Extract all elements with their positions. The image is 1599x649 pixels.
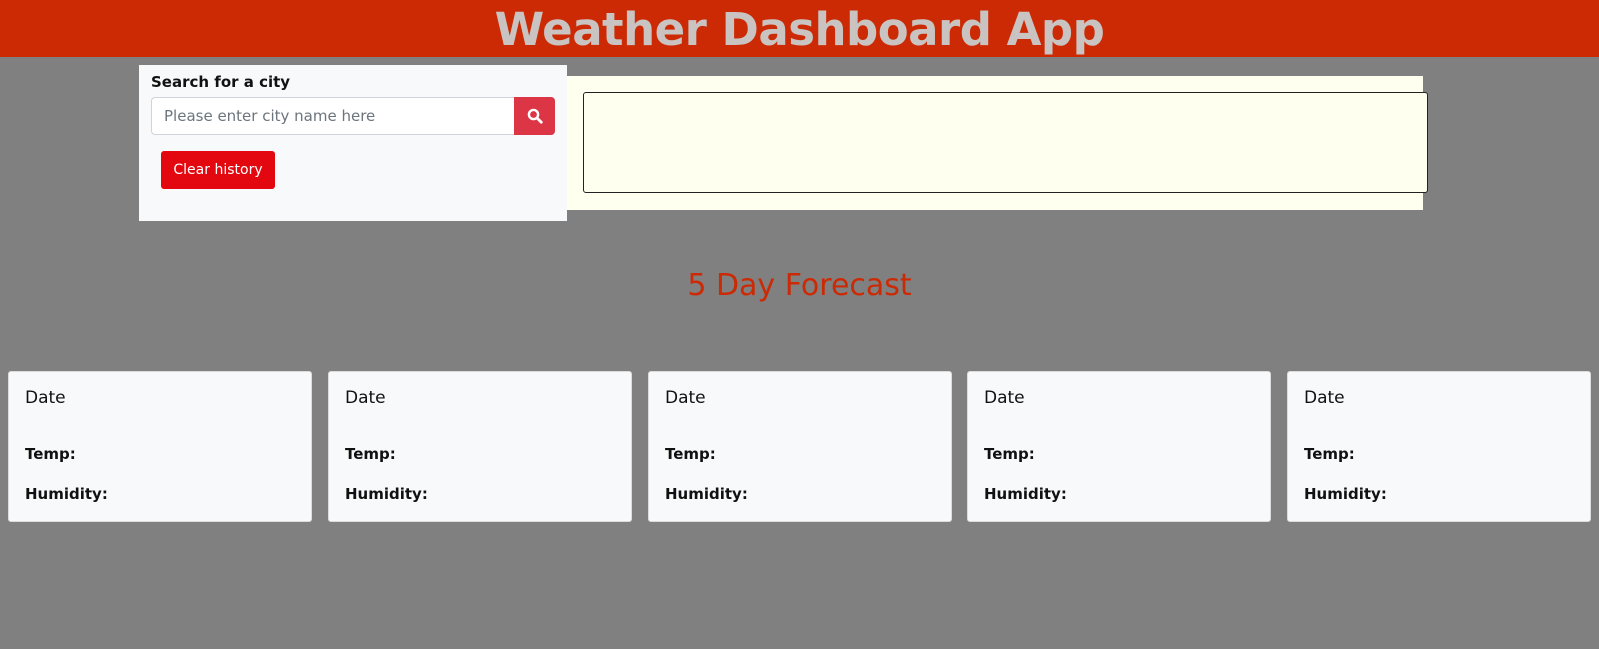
search-group bbox=[151, 97, 555, 135]
search-label: Search for a city bbox=[151, 73, 291, 91]
forecast-card-3: Date Temp: Humidity: bbox=[648, 371, 952, 522]
forecast-date: Date bbox=[345, 388, 386, 408]
current-weather-panel bbox=[567, 76, 1428, 210]
forecast-temp: Temp: bbox=[1304, 445, 1355, 463]
forecast-humidity: Humidity: bbox=[345, 485, 428, 503]
forecast-temp: Temp: bbox=[984, 445, 1035, 463]
forecast-card-5: Date Temp: Humidity: bbox=[1287, 371, 1591, 522]
search-panel: Search for a city Clear history bbox=[139, 65, 567, 221]
forecast-date: Date bbox=[984, 388, 1025, 408]
forecast-temp: Temp: bbox=[665, 445, 716, 463]
forecast-humidity: Humidity: bbox=[984, 485, 1067, 503]
app-header: Weather Dashboard App bbox=[0, 0, 1599, 57]
forecast-card-2: Date Temp: Humidity: bbox=[328, 371, 632, 522]
forecast-humidity: Humidity: bbox=[1304, 485, 1387, 503]
search-icon bbox=[527, 108, 543, 124]
forecast-temp: Temp: bbox=[345, 445, 396, 463]
forecast-title: 5 Day Forecast bbox=[687, 268, 912, 303]
city-search-input[interactable] bbox=[151, 97, 514, 135]
forecast-date: Date bbox=[25, 388, 66, 408]
forecast-date: Date bbox=[1304, 388, 1345, 408]
app-title: Weather Dashboard App bbox=[494, 3, 1105, 56]
forecast-date: Date bbox=[665, 388, 706, 408]
forecast-card-1: Date Temp: Humidity: bbox=[8, 371, 312, 522]
clear-history-button[interactable]: Clear history bbox=[161, 151, 275, 189]
current-weather-box bbox=[583, 92, 1428, 193]
forecast-humidity: Humidity: bbox=[665, 485, 748, 503]
search-button[interactable] bbox=[514, 97, 555, 135]
forecast-temp: Temp: bbox=[25, 445, 76, 463]
forecast-card-4: Date Temp: Humidity: bbox=[967, 371, 1271, 522]
forecast-humidity: Humidity: bbox=[25, 485, 108, 503]
